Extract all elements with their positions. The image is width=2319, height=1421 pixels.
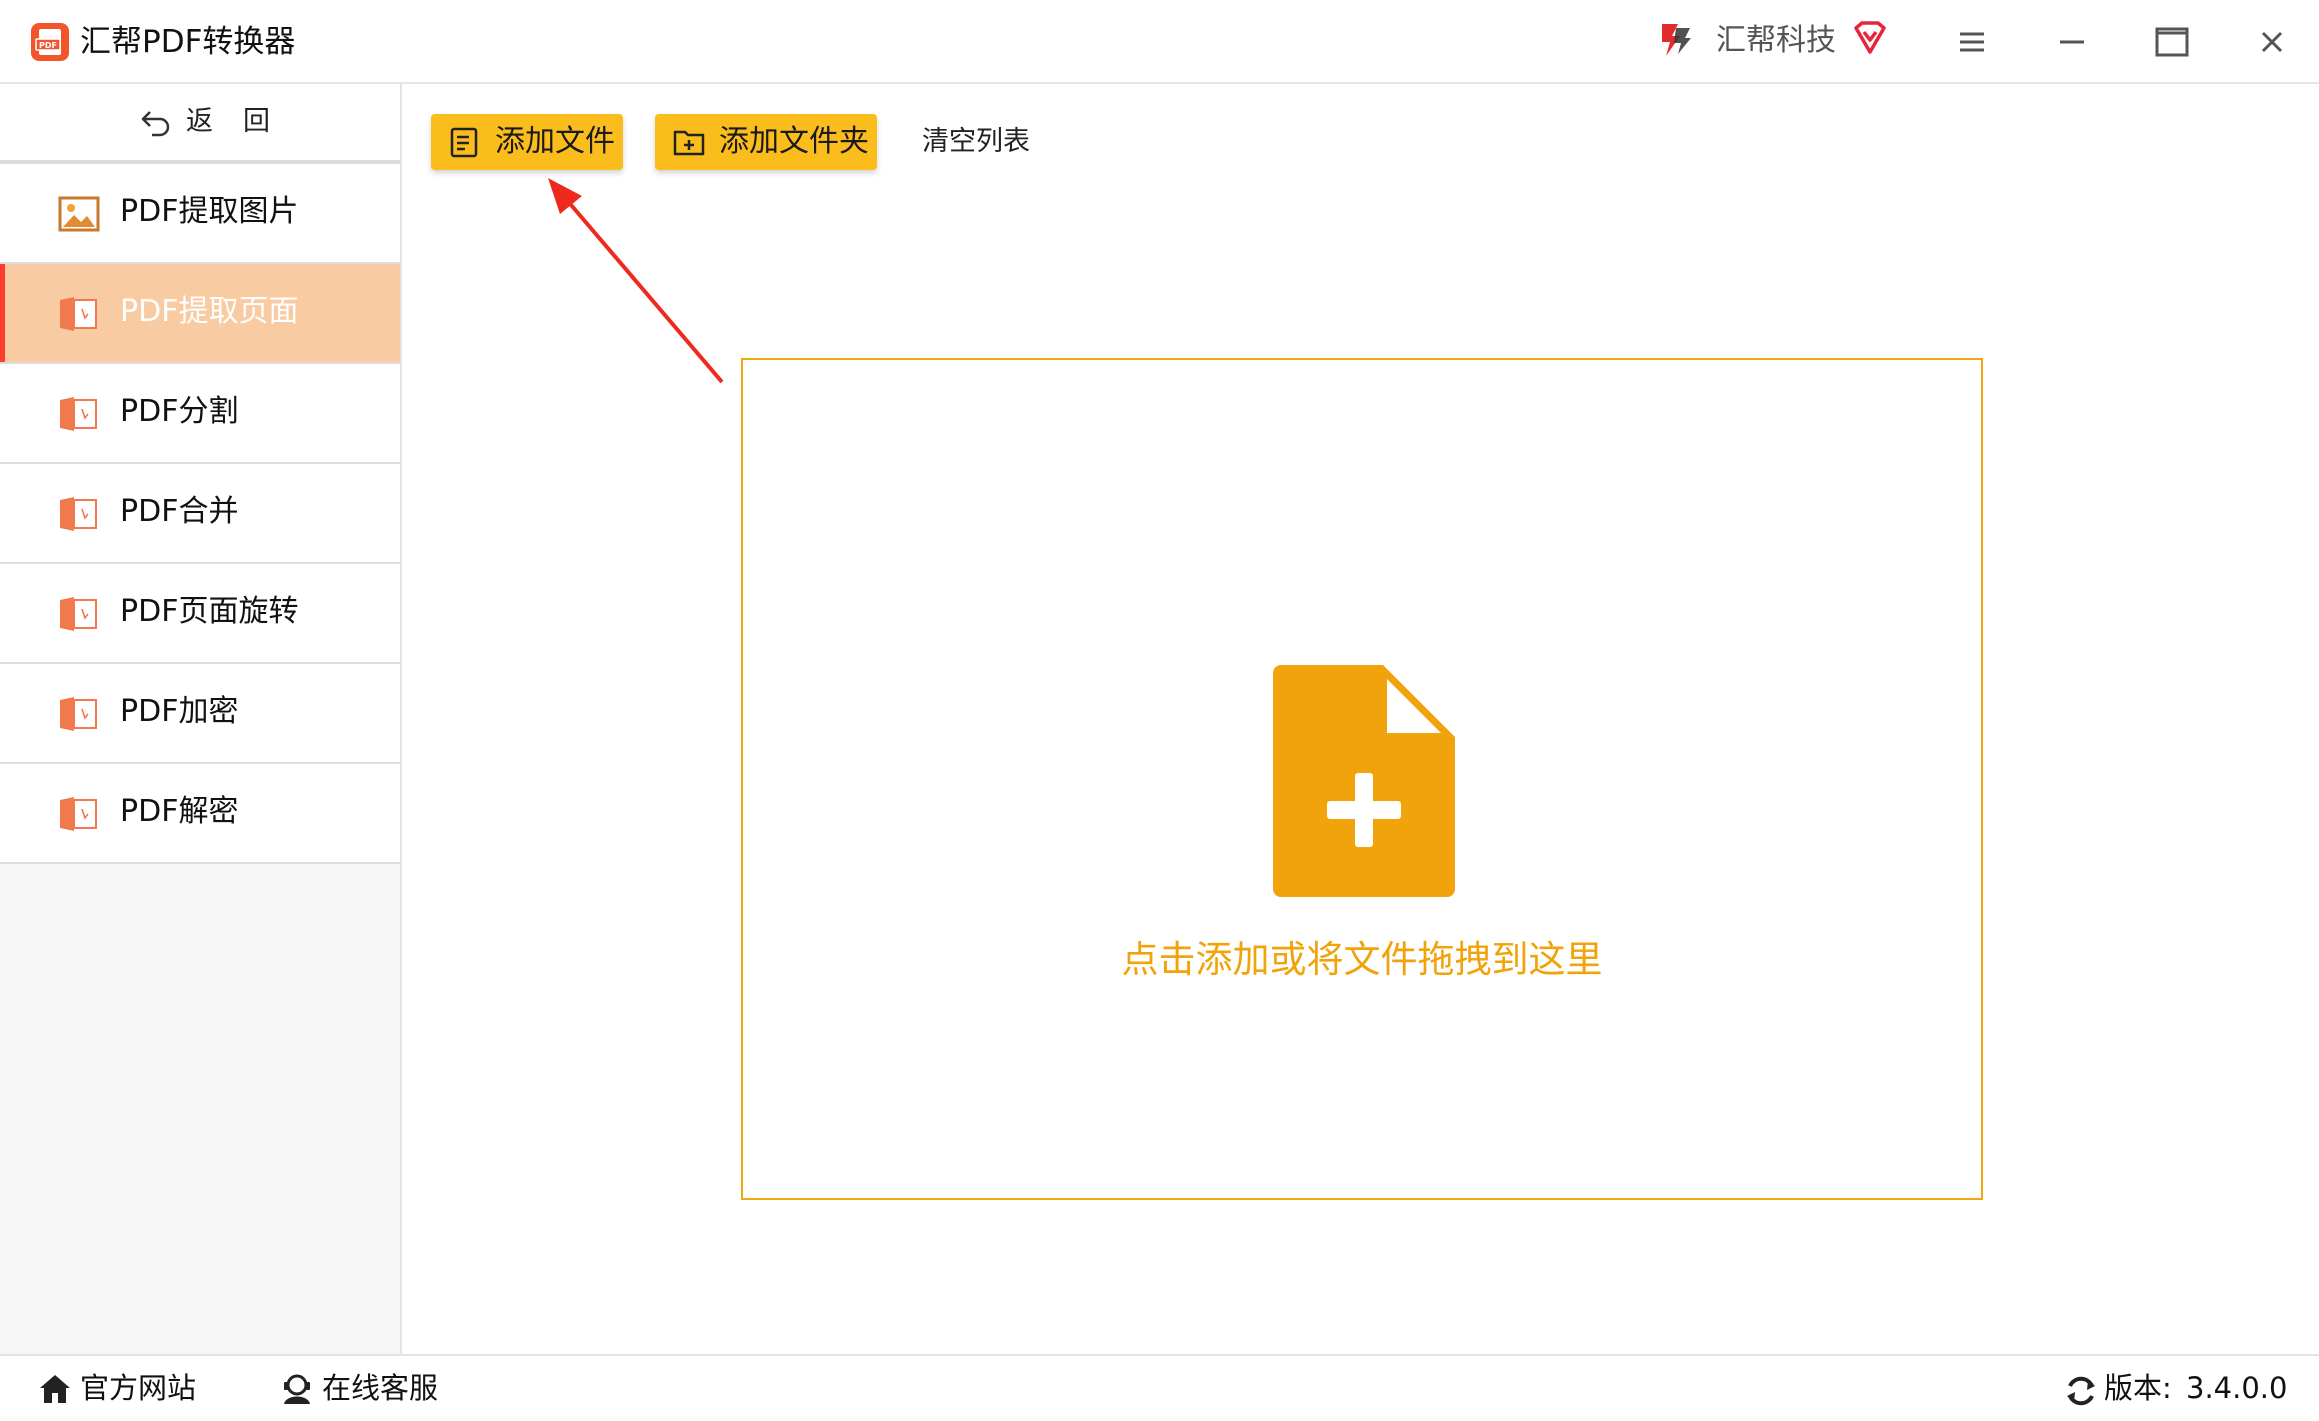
brand-logo-icon	[1662, 24, 1691, 56]
sidebar-item-decrypt[interactable]: PDF解密	[0, 764, 400, 864]
pdf-file-icon	[60, 697, 97, 731]
version-label: 版本:	[2104, 1371, 2172, 1405]
add-file-label: 添加文件	[495, 124, 615, 159]
file-plus-icon	[1273, 665, 1455, 897]
customer-service-icon	[284, 1374, 310, 1404]
minimize-icon[interactable]	[2050, 20, 2094, 64]
version-number: 3.4.0.0	[2186, 1371, 2288, 1405]
undo-arrow-icon	[141, 111, 170, 137]
active-indicator	[0, 264, 5, 362]
close-icon[interactable]	[2250, 20, 2294, 64]
home-icon	[40, 1375, 70, 1403]
title-bar: PDF 汇帮PDF转换器 汇帮科技	[0, 0, 2319, 84]
add-folder-label: 添加文件夹	[719, 124, 869, 159]
version-info: 版本: 3.4.0.0	[2064, 1368, 2304, 1408]
maximize-icon[interactable]	[2150, 20, 2194, 64]
add-file-button[interactable]: 添加文件	[431, 114, 623, 170]
pdf-logo-icon: PDF	[31, 23, 69, 61]
sidebar-item-label: PDF加密	[120, 694, 239, 729]
add-folder-icon	[673, 130, 705, 156]
sidebar-item-merge[interactable]: PDF合并	[0, 464, 400, 564]
sidebar-item-extract-pages[interactable]: PDF提取页面	[0, 264, 400, 364]
app-title: 汇帮PDF转换器	[80, 24, 296, 60]
annotation-arrow	[548, 178, 724, 384]
pdf-file-icon	[60, 397, 97, 431]
sidebar-item-label: PDF页面旋转	[120, 594, 299, 629]
svg-text:PDF: PDF	[39, 41, 57, 50]
sidebar-item-label: PDF解密	[120, 794, 239, 829]
pdf-file-icon	[60, 797, 97, 831]
pdf-file-icon	[60, 497, 97, 531]
file-drop-zone[interactable]: 点击添加或将文件拖拽到这里	[741, 358, 1983, 1200]
pdf-file-icon	[60, 597, 97, 631]
online-support-label: 在线客服	[322, 1371, 439, 1405]
sidebar-item-extract-images[interactable]: PDF提取图片	[0, 164, 400, 264]
sidebar-item-label: PDF合并	[120, 494, 239, 529]
refresh-icon[interactable]	[2064, 1374, 2098, 1408]
drop-hint-text: 点击添加或将文件拖拽到这里	[1121, 938, 1603, 981]
official-website-label: 官方网站	[80, 1371, 197, 1405]
sidebar-item-split[interactable]: PDF分割	[0, 364, 400, 464]
sidebar-item-encrypt[interactable]: PDF加密	[0, 664, 400, 764]
sidebar-item-label: PDF提取图片	[120, 194, 299, 229]
sidebar-item-label: PDF提取页面	[120, 294, 299, 329]
status-bar: 官方网站 在线客服 版本: 3.4.0.0	[0, 1354, 2319, 1421]
clear-list-button[interactable]: 清空列表	[922, 122, 1030, 162]
add-file-icon	[450, 127, 478, 158]
sidebar: 返回 PDF提取图片 PDF提取页面 PDF分割 PDF合并 PDF页面旋转 P…	[0, 84, 402, 1354]
pdf-file-icon	[60, 297, 97, 331]
sidebar-item-rotate[interactable]: PDF页面旋转	[0, 564, 400, 664]
brand-name: 汇帮科技	[1716, 23, 1836, 58]
vip-diamond-icon[interactable]	[1852, 20, 1888, 56]
back-button[interactable]: 返回	[0, 84, 400, 164]
sidebar-item-label: PDF分割	[120, 394, 239, 429]
image-icon	[58, 196, 100, 232]
menu-icon[interactable]	[1950, 20, 1994, 64]
add-folder-button[interactable]: 添加文件夹	[655, 114, 877, 170]
back-label: 返回	[186, 106, 300, 137]
